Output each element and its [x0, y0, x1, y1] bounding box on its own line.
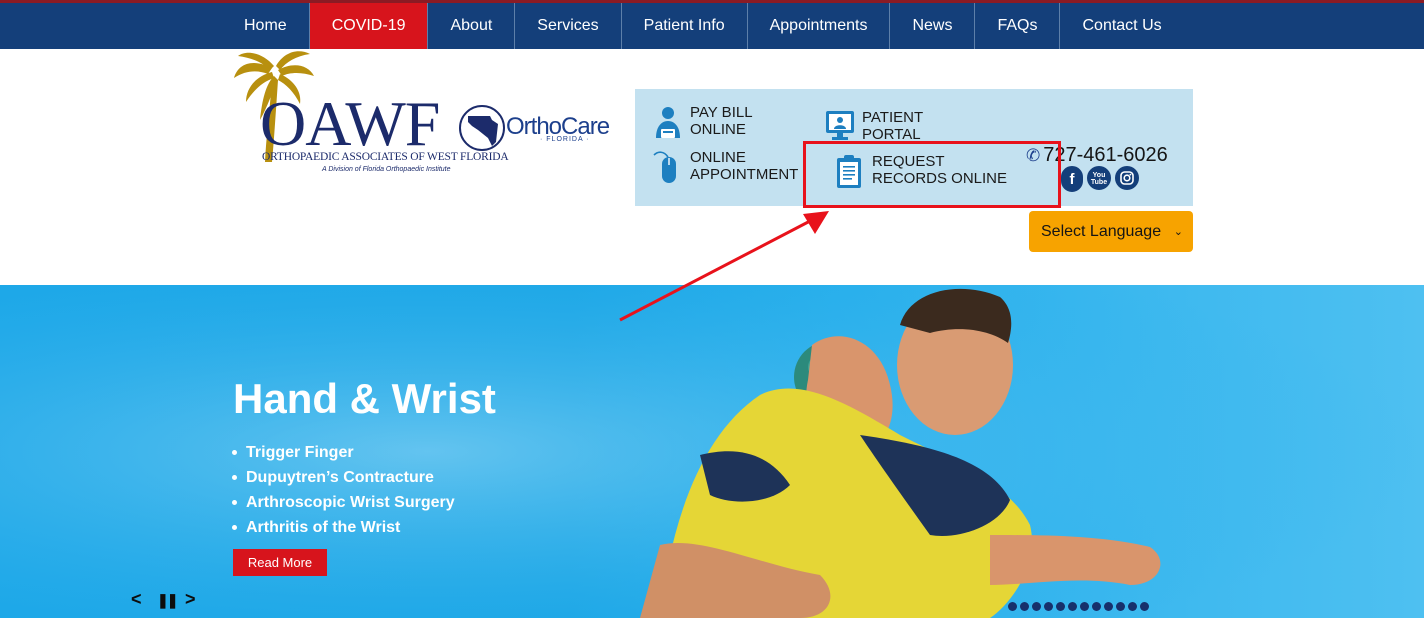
highlight-box-annotation [803, 141, 1061, 208]
slider-dot[interactable] [1116, 602, 1125, 611]
slider-dot[interactable] [1080, 602, 1089, 611]
youtube-label: You Tube [1090, 172, 1108, 186]
slider-dot[interactable] [1056, 602, 1065, 611]
pay-bill-link[interactable]: PAY BILL ONLINE [652, 104, 753, 142]
person-card-icon [656, 107, 680, 138]
pay-bill-line1: PAY BILL [690, 104, 753, 121]
nav-covid-19[interactable]: COVID-19 [309, 3, 429, 49]
instagram-glyph [1120, 171, 1134, 185]
slider-dot[interactable] [1020, 602, 1029, 611]
online-appointment-link[interactable]: ONLINE APPOINTMENT [652, 149, 798, 187]
hero-topic-list: Trigger Finger Dupuytren’s Contracture A… [230, 440, 455, 540]
online-appointment-line1: ONLINE [690, 149, 746, 166]
nav-home[interactable]: Home [222, 3, 310, 49]
language-select[interactable]: Select Language ⌄ [1029, 211, 1193, 252]
oawf-division-line: A Division of Florida Orthopaedic Instit… [322, 166, 451, 173]
online-appointment-line2: APPOINTMENT [690, 166, 799, 183]
athlete-photo [0, 285, 1424, 618]
list-item[interactable]: Trigger Finger [230, 440, 455, 465]
nav-services[interactable]: Services [515, 3, 622, 49]
hero-title: Hand & Wrist [233, 375, 496, 422]
slider-dot[interactable] [1104, 602, 1113, 611]
list-item[interactable]: Dupuytren’s Contracture [230, 465, 455, 490]
slider-next-button[interactable]: > [185, 590, 196, 608]
slider-dot[interactable] [1140, 602, 1149, 611]
youtube-icon[interactable]: You Tube [1087, 166, 1111, 190]
chevron-down-icon: ⌄ [1173, 226, 1183, 238]
read-more-button[interactable]: Read More [233, 549, 327, 576]
instagram-icon[interactable] [1115, 166, 1139, 190]
slider-dot[interactable] [1008, 602, 1017, 611]
orthocare-region: · FLORIDA · [540, 136, 590, 143]
slider-dot[interactable] [1068, 602, 1077, 611]
slider-dot[interactable] [1128, 602, 1137, 611]
slider-dot[interactable] [1092, 602, 1101, 611]
list-item[interactable]: Arthritis of the Wrist [230, 515, 455, 540]
oawf-wordmark: OAWF [260, 88, 440, 159]
patient-portal-line1: PATIENT [862, 109, 924, 126]
phone-number-text: 727-461-6026 [1043, 144, 1168, 166]
slider-dot[interactable] [1044, 602, 1053, 611]
nav-list: Home COVID-19 About Services Patient Inf… [222, 3, 1184, 49]
main-nav: Home COVID-19 About Services Patient Inf… [0, 3, 1424, 49]
slider-dot[interactable] [1032, 602, 1041, 611]
nav-news[interactable]: News [890, 3, 976, 49]
nav-faqs[interactable]: FAQs [975, 3, 1061, 49]
list-item[interactable]: Arthroscopic Wrist Surgery [230, 490, 455, 515]
nav-appointments[interactable]: Appointments [748, 3, 891, 49]
pay-bill-line2: ONLINE [690, 121, 746, 138]
nav-about[interactable]: About [428, 3, 516, 49]
hero-slider: Hand & Wrist Trigger Finger Dupuytren’s … [0, 285, 1424, 618]
slider-pagination [1008, 602, 1149, 611]
mouse-icon [653, 151, 676, 183]
nav-patient-info[interactable]: Patient Info [622, 3, 748, 49]
slider-prev-button[interactable]: < [131, 590, 142, 608]
nav-contact-us[interactable]: Contact Us [1060, 3, 1183, 49]
slider-pause-button[interactable]: ❚❚ [157, 593, 179, 607]
language-select-value: Select Language [1041, 222, 1162, 240]
facebook-icon[interactable]: f [1061, 166, 1083, 192]
oawf-full-name: ORTHOPAEDIC ASSOCIATES OF WEST FLORIDA [262, 151, 509, 163]
